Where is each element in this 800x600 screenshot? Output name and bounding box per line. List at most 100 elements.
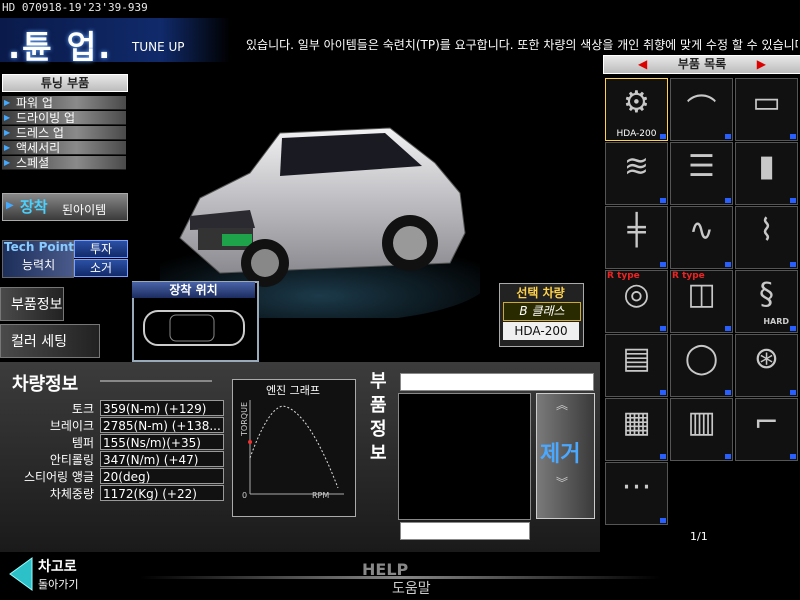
parts-list-item[interactable]: ⚙ HDA-200 xyxy=(605,78,668,141)
engine-graph-title: 엔진 그래프 xyxy=(265,384,321,397)
parts-list-item-label: HDA-200 xyxy=(616,129,657,139)
stat-value-steering-angle: 20(deg) xyxy=(100,468,224,484)
license-plate xyxy=(222,234,252,246)
part-description-area xyxy=(398,393,531,520)
owned-badge xyxy=(790,454,796,459)
owned-badge xyxy=(790,198,796,203)
remove-part-label: 제거 xyxy=(540,442,581,467)
throttle-body-icon: ⊛ xyxy=(753,341,780,376)
scroll-up-icon[interactable]: ︽ xyxy=(556,399,568,411)
parts-list-item[interactable]: ⌐ xyxy=(735,398,798,461)
owned-badge xyxy=(660,518,666,523)
brake-lines-icon: ∿ xyxy=(688,213,715,248)
engine-graph-y-label: TORQUE xyxy=(240,402,249,436)
stat-label-steering-angle: 스티어링 앵글 xyxy=(23,470,94,484)
help-button[interactable]: HELP xyxy=(362,560,408,579)
coilover-icon: ⌇ xyxy=(759,213,774,248)
oil-pan-icon: ▭ xyxy=(752,85,781,120)
owned-badge xyxy=(725,454,731,459)
equipped-items-label: 장착 xyxy=(20,198,48,216)
stat-value-weight: 1172(Kg) (+22) xyxy=(100,485,224,501)
owned-badge xyxy=(790,262,796,267)
part-info-title: 부품정보 xyxy=(370,371,387,464)
parts-list-item[interactable]: ▭ xyxy=(735,78,798,141)
tuning-parts-heading: 튜닝 부품 xyxy=(2,74,128,92)
parts-list-heading-label: 부품 목록 xyxy=(677,57,727,71)
parts-list-item[interactable]: ⊛ xyxy=(735,334,798,397)
owned-badge xyxy=(790,390,796,395)
page-subtitle: TUNE UP xyxy=(132,40,185,54)
owned-badge xyxy=(725,262,731,267)
scroll-down-icon[interactable]: ︾ xyxy=(556,477,568,489)
tab-color-setting[interactable]: 컬러 세팅 xyxy=(0,324,100,358)
engine-icon: ⚙ xyxy=(623,85,650,120)
page-title: .튠 업. xyxy=(8,28,113,66)
sidebar-item-driving-up[interactable]: 드라이빙 업 xyxy=(2,111,126,125)
stat-value-anti-roll: 347(N/m) (+47) xyxy=(100,451,224,467)
tech-point-subtitle: 능력치 xyxy=(22,258,56,272)
tab-parts-info[interactable]: 부품정보 xyxy=(0,287,64,321)
parts-list-item[interactable]: ◫ R type xyxy=(670,270,733,333)
camshaft-icon: ⋯ xyxy=(621,469,652,504)
help-ticker: 있습니다. 일부 아이템들은 숙련치(TP)를 요구합니다. 또한 차량의 색상… xyxy=(246,38,798,52)
parts-list-item[interactable]: ∿ xyxy=(670,206,733,269)
session-id-text: HD 070918-19'23'39-939 xyxy=(2,1,148,14)
help-button-sublabel: 도움말 xyxy=(392,581,431,597)
stat-label-anti-roll: 안티롤링 xyxy=(49,453,94,467)
stat-label-damper: 템퍼 xyxy=(71,436,94,450)
next-page-icon[interactable]: ▶ xyxy=(757,56,766,73)
selected-car-model: HDA-200 xyxy=(503,322,579,340)
parts-list-item[interactable]: ▤ xyxy=(605,334,668,397)
sidebar-item-special[interactable]: 스페셜 xyxy=(2,156,126,170)
divider xyxy=(100,380,212,382)
prev-page-icon[interactable]: ◀ xyxy=(638,56,647,73)
stat-label-brake: 브레이크 xyxy=(49,419,94,433)
back-button-sublabel: 돌아가기 xyxy=(38,578,79,591)
owned-badge xyxy=(725,198,731,203)
parts-list-heading: ◀ 부품 목록 ▶ xyxy=(603,55,800,74)
arrow-right-icon: ▶ xyxy=(6,200,14,211)
parts-list-item-label: HARD xyxy=(763,317,789,326)
stat-label-torque: 토크 xyxy=(71,402,94,416)
parts-list-item[interactable]: § HARD xyxy=(735,270,798,333)
owned-badge xyxy=(725,134,731,139)
parts-list-item[interactable]: ╪ xyxy=(605,206,668,269)
owned-badge xyxy=(660,134,666,139)
owned-badge xyxy=(660,262,666,267)
stat-value-torque: 359(N-m) (+129) xyxy=(100,400,224,416)
parts-list-item[interactable]: ◯ xyxy=(670,334,733,397)
exhaust-manifold-icon: ≋ xyxy=(623,149,650,184)
brake-fluid-icon: ▮ xyxy=(758,149,775,184)
parts-list-item[interactable]: ◎ R type xyxy=(605,270,668,333)
back-arrow-icon xyxy=(9,557,33,591)
part-name-field xyxy=(400,373,594,391)
parts-list-item-label: R type xyxy=(672,271,705,281)
strut-bar-icon: ╪ xyxy=(627,213,646,248)
reset-button[interactable]: 소거 xyxy=(74,259,128,277)
stat-label-weight: 차체중량 xyxy=(49,487,94,501)
parts-list-item[interactable]: ⋯ xyxy=(605,462,668,525)
selected-car-class: B 클래스 xyxy=(503,302,581,321)
parts-list-item[interactable]: ⌇ xyxy=(735,206,798,269)
owned-badge xyxy=(790,134,796,139)
tab-parts-info-label: 부품정보 xyxy=(11,297,63,313)
engine-graph-x-label: RPM xyxy=(312,491,330,500)
sidebar-item-power-up[interactable]: 파워 업 xyxy=(2,96,126,110)
sidebar-item-accessory[interactable]: 액세서리 xyxy=(2,141,126,155)
parts-list-item[interactable]: ▦ xyxy=(605,398,668,461)
parts-list-item[interactable]: ▮ xyxy=(735,142,798,205)
parts-list-item[interactable]: ▥ xyxy=(670,398,733,461)
parts-list-item[interactable]: ≋ xyxy=(605,142,668,205)
owned-badge xyxy=(660,454,666,459)
parts-grid: ⚙ HDA-200 ⌒ ▭ ≋ ☰ ▮ ╪ ∿ ⌇ ◎ R type ◫ R type § HARD ▤ ◯ ⊛ ▦ ▥… xyxy=(605,78,799,528)
sidebar-item-dress-up[interactable]: 드레스 업 xyxy=(2,126,126,140)
invest-button[interactable]: 투자 xyxy=(74,240,128,258)
parts-list-item[interactable]: ⌒ xyxy=(670,78,733,141)
vehicle-info-title: 차량정보 xyxy=(12,374,79,395)
tab-color-setting-label: 컬러 세팅 xyxy=(11,334,67,350)
parts-list-item[interactable]: ☰ xyxy=(670,142,733,205)
intercooler-icon: ▥ xyxy=(687,405,716,440)
page-indicator: 1/1 xyxy=(690,530,708,543)
spring-icon: § xyxy=(759,277,774,312)
owned-badge xyxy=(725,390,731,395)
